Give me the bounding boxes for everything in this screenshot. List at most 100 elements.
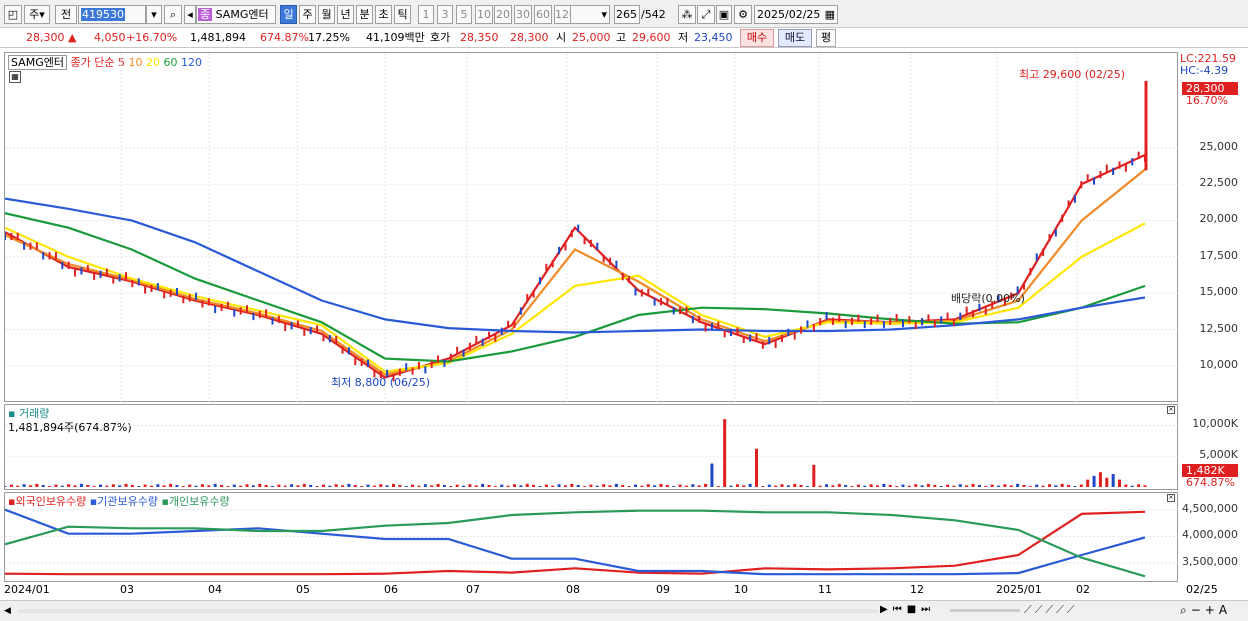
volume-bar <box>48 486 52 487</box>
layout-icon[interactable]: ⁂ <box>678 5 696 24</box>
volume-bar <box>360 486 364 487</box>
volume-bar <box>519 485 523 487</box>
volume-bar <box>665 484 669 487</box>
volume-bar <box>1054 485 1058 487</box>
x-tick-label: 06 <box>384 583 398 596</box>
holding-chart <box>5 508 1179 578</box>
count-total: /542 <box>641 8 666 21</box>
volume-bar <box>118 485 122 487</box>
save-icon[interactable]: ▣ <box>716 5 732 24</box>
up-arrow-icon: ▲ <box>68 31 77 44</box>
volume-bar <box>296 485 300 487</box>
volume-bar <box>557 484 561 487</box>
volume-bar <box>423 484 427 487</box>
volume-bar <box>901 484 905 487</box>
volume-chart <box>5 419 1179 487</box>
volume-bar <box>684 485 688 487</box>
price-chart <box>5 53 1179 403</box>
price-axis: LC:221.59 HC:-4.39 28,300 16.70% 25,000 2… <box>1180 52 1242 402</box>
minute-preset-button[interactable]: 10 <box>475 5 493 24</box>
volume-bar <box>716 486 720 487</box>
volume-bar <box>614 483 618 487</box>
gear-icon[interactable]: ⚙ <box>734 5 752 24</box>
minute-input[interactable]: ▾ <box>570 5 610 24</box>
volume-bar <box>347 483 351 487</box>
volume-bar <box>958 484 962 487</box>
volume-bar <box>270 486 274 487</box>
volume-bar <box>532 484 536 487</box>
volume-bar <box>1060 483 1064 487</box>
ma-line <box>5 154 1146 379</box>
volume-bar <box>818 485 822 487</box>
avg-button[interactable]: 평 <box>816 29 836 47</box>
minute-preset-button[interactable]: 30 <box>514 5 532 24</box>
holding-panel[interactable]: ▪외국인보유수량 ▪기관보유수량 ▪개인보유수량 × <box>4 492 1179 582</box>
code-dropdown-button[interactable]: ▾ <box>146 5 162 24</box>
low-value: 23,450 <box>694 31 733 44</box>
chart-tool-icon[interactable]: ⤢ <box>697 5 715 24</box>
scroll-track[interactable] <box>18 609 878 613</box>
code-input[interactable]: 419530 <box>78 5 146 24</box>
volume-bar <box>22 484 26 487</box>
volume-bar <box>933 484 937 487</box>
volume-bar <box>1092 475 1096 487</box>
volume-bar <box>79 483 83 487</box>
interval-tab[interactable]: 주 <box>299 5 316 24</box>
prev-button[interactable]: 전 <box>55 5 77 24</box>
volume-bar <box>315 486 319 487</box>
volume-bar <box>1143 485 1147 487</box>
volume-bar <box>538 486 542 487</box>
buy-button[interactable]: 매수 <box>740 29 774 47</box>
price-panel[interactable]: SAMG엔터 종가 단순 5 10 20 60 120 ▦ 최고 29,600 … <box>4 52 1179 403</box>
speaker-icon[interactable]: ◂ <box>184 5 196 24</box>
interval-tab[interactable]: 년 <box>337 5 354 24</box>
volume-bar <box>251 485 255 487</box>
volume-bar <box>977 484 981 487</box>
stock-name: SAMG엔터 <box>215 8 269 21</box>
volume-bar <box>544 484 548 487</box>
interval-tab[interactable]: 틱 <box>394 5 411 24</box>
volume-bar <box>16 485 20 487</box>
sell-button[interactable]: 매도 <box>778 29 812 47</box>
bid-label: 호가 <box>430 31 451 44</box>
scroll-left-icon[interactable]: ◀ <box>4 604 16 618</box>
close-icon[interactable]: × <box>1167 494 1175 502</box>
volume-bar <box>1073 486 1077 487</box>
minute-preset-button[interactable]: 1 <box>418 5 434 24</box>
volume-bar <box>1124 484 1128 487</box>
minute-preset-button[interactable]: 5 <box>456 5 472 24</box>
interval-tab[interactable]: 일 <box>280 5 297 24</box>
volume-bar <box>774 485 778 487</box>
minute-preset-button[interactable]: 20 <box>494 5 512 24</box>
holding-axis: 4,500,000 4,000,000 3,500,000 <box>1180 492 1242 582</box>
volume-bar <box>207 485 211 487</box>
interval-tab[interactable]: 초 <box>375 5 392 24</box>
zoom-controls[interactable]: ⌕−+A <box>1180 603 1231 618</box>
date-input[interactable]: 2025/02/25 ▦ <box>754 5 838 24</box>
volume-bar <box>621 484 625 487</box>
y-tick-label: 4,500,000 <box>1182 501 1238 515</box>
playback-controls[interactable]: ▶⏮■⏭ <box>880 604 935 615</box>
volume-bar <box>952 485 956 487</box>
period-select[interactable]: 주▾ <box>24 5 50 24</box>
y-tick-label: 22,500 <box>1199 176 1239 190</box>
minute-preset-button[interactable]: 60 <box>534 5 552 24</box>
volume-bar <box>162 485 166 487</box>
drawing-tools[interactable]: ⟋⟋⟋⟋⟋ <box>1024 603 1078 617</box>
stock-name-field[interactable]: 종 SAMG엔터 <box>196 5 276 24</box>
volume-bar <box>1118 479 1122 487</box>
minute-preset-button[interactable]: 3 <box>437 5 453 24</box>
volume-bar <box>264 484 268 487</box>
window-menu-icon[interactable]: ◰ <box>4 5 22 24</box>
volume-bar <box>1098 472 1102 487</box>
interval-tab[interactable]: 월 <box>318 5 335 24</box>
volume-bar <box>309 484 313 487</box>
zoom-slider[interactable] <box>950 609 1020 612</box>
search-icon[interactable]: ⌕ <box>164 5 182 24</box>
interval-tab[interactable]: 분 <box>356 5 373 24</box>
volume-bar <box>551 485 555 487</box>
volume-panel[interactable]: ▪ 거래량 1,481,894주(674.87%) × <box>4 404 1179 490</box>
volume-bar <box>525 483 529 487</box>
close-icon[interactable]: × <box>1167 406 1175 414</box>
count-input[interactable]: 265 <box>614 5 640 24</box>
